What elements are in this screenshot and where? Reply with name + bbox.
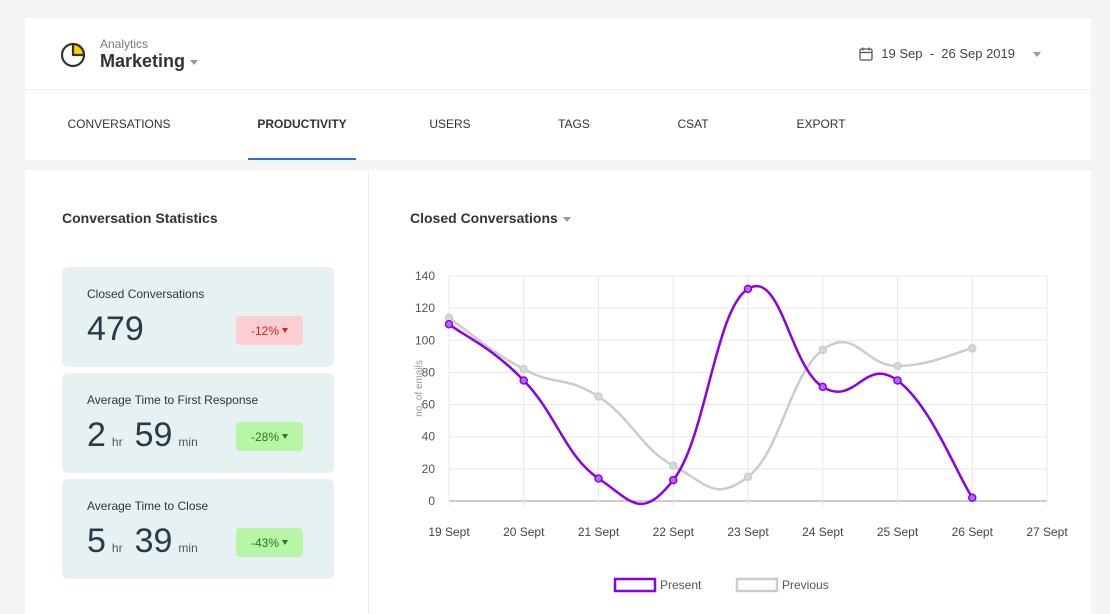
previous-data-point [893,361,902,371]
brand[interactable]: Analytics Marketing [60,37,199,72]
previous-legend-label: Previous [782,578,829,592]
present-data-point [669,475,678,485]
tab-productivity[interactable]: PRODUCTIVITY [248,90,356,160]
tab-label: PRODUCTIVITY [257,117,347,131]
previous-data-point [818,345,827,355]
chevron-down-icon [1033,52,1041,57]
line-chart: 02040608010012014019 Sept 20 Sept 21 Sept 2… [414,269,1068,593]
tab-label: CSAT [677,117,709,131]
y-tick-label: 120 [415,301,435,315]
header: Analytics Marketing 19 Sep - 26 Sep 2019… [25,18,1091,160]
y-tick-label: 40 [422,430,436,444]
calendar-icon [859,47,873,61]
present-series-line [448,284,974,506]
present-legend-swatch [613,577,657,593]
previous-data-point [519,364,528,374]
pie-chart-icon [60,42,86,68]
tab-csat[interactable]: CSAT [663,90,723,160]
x-tick-label: 23 Sept [727,525,769,539]
chevron-down-icon [190,59,199,65]
brand-subtitle: Analytics [100,37,149,51]
tab-label: TAGS [558,117,590,131]
tab-tags[interactable]: TAGS [543,90,605,160]
present-data-point [818,382,827,392]
present-data-point [893,376,902,385]
content-panel: Conversation Statistics Closed Conversat… [25,170,1091,614]
previous-data-point [669,461,678,470]
present-data-point [968,493,977,503]
y-tick-label: 20 [422,462,436,476]
y-tick-label: 100 [415,333,435,347]
previous-data-point [743,472,753,482]
x-tick-label: 26 Sept [952,525,994,539]
present-data-point [743,284,753,294]
date-range-picker[interactable]: 19 Sep - 26 Sep 2019 [859,46,1041,61]
previous-data-point [594,392,603,401]
y-tick-label: 0 [428,494,435,508]
tab-users[interactable]: USERS [415,90,485,160]
x-tick-label: 21 Sept [578,525,620,539]
tab-label: EXPORT [796,117,846,131]
x-tick-label: 22 Sept [653,525,695,539]
brand-title-row[interactable]: Marketing [100,50,199,72]
present-data-point [594,474,603,483]
x-tick-label: 24 Sept [802,525,844,539]
present-data-point [444,319,454,329]
date-range-label: 19 Sep - 26 Sep 2019 [881,46,1015,61]
previous-series-line [448,316,973,491]
previous-data-point [968,344,977,353]
x-tick-label: 27 Sept [1026,525,1068,539]
tab-conversations[interactable]: CONVERSATIONS [61,90,177,160]
y-tick-label: 140 [415,269,435,283]
brand-title: Marketing [100,51,186,71]
tab-label: USERS [429,117,471,131]
brand-text: Analytics Marketing [100,37,199,72]
tab-export[interactable]: EXPORT [785,90,857,160]
x-tick-label: 19 Sept [428,525,470,539]
present-legend-label: Present [660,578,702,592]
x-tick-label: 20 Sept [503,525,545,539]
present-data-point [519,376,528,385]
active-tab-indicator [248,158,356,160]
x-tick-label: 25 Sept [877,525,919,539]
previous-legend-swatch [735,577,779,593]
tab-bar: CONVERSATIONS PRODUCTIVITY USERS TAGS CS… [25,90,1091,160]
tab-label: CONVERSATIONS [67,117,171,131]
y-axis-label: no. of emails [414,360,425,417]
